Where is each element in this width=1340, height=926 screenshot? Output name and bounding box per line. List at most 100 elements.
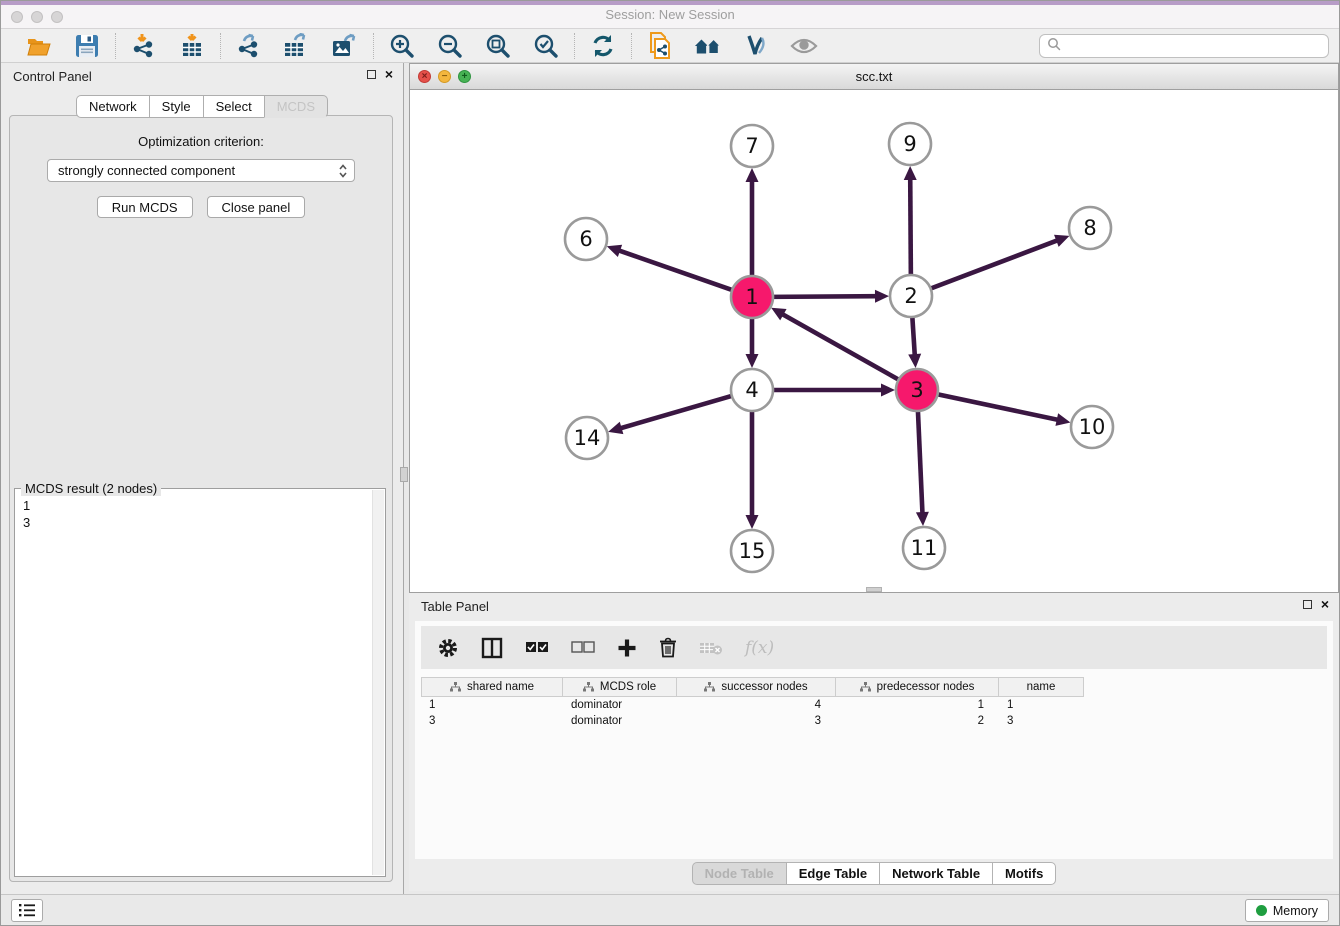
attribute-icon — [583, 682, 594, 692]
zoom-fit-icon[interactable] — [484, 32, 512, 60]
zoom-out-icon[interactable] — [436, 32, 464, 60]
graph-edge-arrowhead — [607, 245, 622, 257]
refresh-icon[interactable] — [589, 32, 617, 60]
tab-style[interactable]: Style — [149, 95, 203, 118]
tab-edge-table[interactable]: Edge Table — [786, 862, 879, 885]
float-panel-icon[interactable] — [1303, 600, 1312, 609]
home-icon[interactable] — [694, 32, 722, 60]
function-builder-icon[interactable]: f(x) — [745, 635, 774, 661]
close-panel-icon[interactable]: × — [385, 68, 393, 80]
deselect-all-icon[interactable] — [571, 635, 595, 661]
optimization-criterion-value: strongly connected component — [58, 163, 235, 178]
network-titlebar[interactable]: × − + scc.txt — [410, 64, 1338, 90]
table-row[interactable]: 1 dominator 4 1 1 — [421, 697, 1327, 713]
tab-network-table[interactable]: Network Table — [879, 862, 992, 885]
network-canvas[interactable]: 7968124314101511 — [410, 90, 1338, 592]
graph-node-label: 11 — [911, 536, 938, 560]
graph-node-label: 4 — [745, 378, 758, 402]
graph-edge-3-1[interactable] — [782, 314, 901, 381]
add-icon[interactable] — [617, 635, 637, 661]
graph-edge-arrowhead — [746, 354, 759, 368]
optimization-criterion-select[interactable]: strongly connected component — [47, 159, 355, 182]
graph-edge-3-11[interactable] — [918, 409, 923, 514]
graph-edge-2-9[interactable] — [910, 178, 911, 277]
canvas-resize-handle[interactable] — [866, 587, 882, 592]
control-panel: Control Panel × Network Style Select MCD… — [1, 63, 404, 896]
graph-edge-2-8[interactable] — [929, 240, 1058, 289]
run-mcds-button[interactable]: Run MCDS — [97, 196, 193, 218]
graph-edge-1-2[interactable] — [771, 296, 877, 297]
export-image-icon[interactable] — [331, 32, 359, 60]
tab-node-table[interactable]: Node Table — [692, 862, 786, 885]
tab-network[interactable]: Network — [76, 95, 149, 118]
tab-select[interactable]: Select — [203, 95, 264, 118]
gear-icon[interactable] — [437, 635, 459, 661]
list-icon — [19, 904, 35, 917]
close-panel-icon[interactable]: × — [1321, 598, 1329, 610]
graph-node-label: 14 — [574, 426, 601, 450]
graph-edge-4-14[interactable] — [620, 395, 734, 428]
graph-edge-arrowhead — [875, 290, 889, 303]
status-bar: Memory — [1, 894, 1339, 925]
select-all-icon[interactable] — [525, 635, 549, 661]
graph-edge-arrowhead — [1054, 235, 1069, 247]
zoom-in-icon[interactable] — [388, 32, 416, 60]
graph-edge-arrowhead — [908, 354, 921, 368]
column-header-mcds-role[interactable]: MCDS role — [563, 677, 677, 697]
result-scrollbar[interactable] — [372, 490, 384, 875]
tab-mcds[interactable]: MCDS — [264, 95, 328, 118]
import-network-icon[interactable] — [130, 32, 158, 60]
graph-edge-arrowhead — [881, 384, 895, 397]
table-row[interactable]: 3 dominator 3 2 3 — [421, 713, 1327, 729]
panel-divider-handle[interactable] — [400, 467, 408, 482]
control-panel-title: Control Panel — [13, 69, 92, 84]
mcds-result-line: 3 — [23, 514, 377, 531]
open-folder-icon[interactable] — [25, 32, 53, 60]
column-header-name[interactable]: name — [999, 677, 1084, 697]
column-header-predecessor-nodes[interactable]: predecessor nodes — [836, 677, 999, 697]
eye-icon[interactable] — [790, 32, 818, 60]
window-title: Session: New Session — [1, 7, 1339, 22]
export-table-icon[interactable] — [283, 32, 311, 60]
graph-edge-3-10[interactable] — [936, 394, 1059, 420]
search-input[interactable] — [1066, 37, 1328, 55]
save-floppy-icon[interactable] — [73, 32, 101, 60]
memory-button[interactable]: Memory — [1245, 899, 1329, 922]
attribute-icon — [860, 682, 871, 692]
control-panel-tabs: Network Style Select MCDS — [1, 95, 403, 118]
mcds-result-box: MCDS result (2 nodes) 1 3 — [14, 488, 386, 877]
graph-edge-2-3[interactable] — [912, 315, 915, 356]
style-swoosh-icon[interactable] — [742, 32, 770, 60]
graph-edge-arrowhead — [1055, 413, 1070, 426]
graph-edge-arrowhead — [608, 422, 623, 434]
import-table-icon[interactable] — [178, 32, 206, 60]
node-table: shared name MCDS role successor nodes pr… — [421, 677, 1327, 729]
trash-icon[interactable] — [659, 635, 677, 661]
task-history-button[interactable] — [11, 899, 43, 922]
graph-edge-arrowhead — [746, 168, 759, 182]
graph-node-label: 9 — [903, 132, 916, 156]
clipboard-network-icon[interactable] — [646, 32, 674, 60]
window-titlebar: Session: New Session — [1, 1, 1339, 29]
export-network-icon[interactable] — [235, 32, 263, 60]
float-panel-icon[interactable] — [367, 70, 376, 79]
optimization-criterion-label: Optimization criterion: — [10, 134, 392, 149]
graph-node-label: 1 — [745, 285, 758, 309]
column-header-successor-nodes[interactable]: successor nodes — [677, 677, 836, 697]
table-panel-title: Table Panel — [421, 599, 489, 614]
graph-edge-1-6[interactable] — [618, 250, 734, 291]
delete-table-icon[interactable] — [699, 635, 723, 661]
close-panel-button[interactable]: Close panel — [207, 196, 306, 218]
zoom-selected-icon[interactable] — [532, 32, 560, 60]
columns-icon[interactable] — [481, 635, 503, 661]
node-table-header: shared name MCDS role successor nodes pr… — [421, 677, 1327, 697]
app-window: Session: New Session — [0, 0, 1340, 926]
column-header-shared-name[interactable]: shared name — [421, 677, 563, 697]
graph-node-label: 8 — [1083, 216, 1096, 240]
search-field[interactable] — [1039, 34, 1329, 58]
tab-motifs[interactable]: Motifs — [992, 862, 1056, 885]
attribute-icon — [704, 682, 715, 692]
table-panel: Table Panel × — [409, 593, 1339, 891]
table-panel-tabs: Node Table Edge Table Network Table Moti… — [409, 862, 1339, 885]
graph-edge-arrowhead — [904, 166, 917, 180]
